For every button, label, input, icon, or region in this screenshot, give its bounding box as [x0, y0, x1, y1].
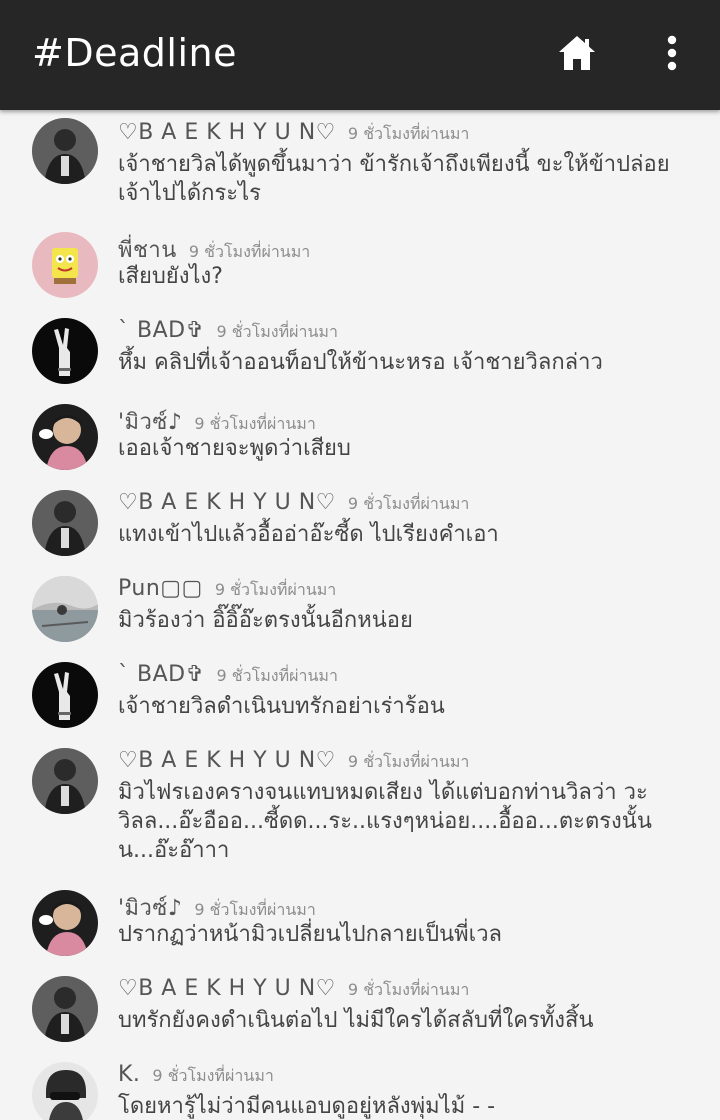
user-avatar[interactable] [32, 576, 98, 642]
comment-username[interactable]: พี่ชาน [118, 238, 177, 263]
comment-text: เจ้าชายวิลได้พูดขึ้นมาว่า ข้ารักเจ้าถึงเ… [118, 152, 670, 206]
comment-timestamp: 9 ชั่วโมงที่ผ่านมา [347, 752, 470, 771]
comment-item[interactable]: ♡B A E K H Y U N♡ 9 ชั่วโมงที่ผ่านมา เจ้า… [0, 110, 720, 222]
comment-username[interactable]: K. [118, 1062, 140, 1087]
comment-username[interactable]: Pun▢▢ [118, 576, 203, 601]
user-avatar[interactable] [32, 662, 98, 728]
more-vert-icon [667, 35, 677, 71]
comment-item[interactable]: ` BAD✞ 9 ชั่วโมงที่ผ่านมา เจ้าชายวิลดำเนิ… [0, 652, 720, 738]
comment-item[interactable]: ♡B A E K H Y U N♡ 9 ชั่วโมงที่ผ่านมา บทรั… [0, 966, 720, 1052]
comment-item[interactable]: 'มิวซ์♪ 9 ชั่วโมงที่ผ่านมา ปรากฏว่าหน้ามิ… [0, 880, 720, 966]
comment-feed[interactable]: ♡B A E K H Y U N♡ 9 ชั่วโมงที่ผ่านมา เจ้า… [0, 110, 720, 1120]
app-bar: #Deadline [0, 0, 720, 110]
comment-username[interactable]: ` BAD✞ [118, 318, 205, 343]
comment-username[interactable]: ♡B A E K H Y U N♡ [118, 120, 336, 145]
user-avatar[interactable] [32, 748, 98, 814]
comment-timestamp: 9 ชั่วโมงที่ผ่านมา [347, 494, 470, 513]
user-avatar[interactable] [32, 890, 98, 956]
comment-text: มิวร้องว่า อิ๊อิ๊อ๊ะตรงนั้นอีกหน่อย [118, 608, 413, 633]
user-avatar[interactable] [32, 976, 98, 1042]
comment-item[interactable]: ` BAD✞ 9 ชั่วโมงที่ผ่านมา หึ้ม คลิปที่เจ้… [0, 308, 720, 394]
comment-timestamp: 9 ชั่วโมงที่ผ่านมา [216, 666, 338, 685]
user-avatar[interactable] [32, 490, 98, 556]
comment-timestamp: 9 ชั่วโมงที่ผ่านมา [216, 322, 338, 341]
comment-timestamp: 9 ชั่วโมงที่ผ่านมา [347, 980, 470, 999]
comment-username[interactable]: ` BAD✞ [118, 662, 205, 687]
comment-username[interactable]: ♡B A E K H Y U N♡ [118, 976, 336, 1001]
user-avatar[interactable] [32, 118, 98, 184]
comment-item[interactable]: 'มิวซ์♪ 9 ชั่วโมงที่ผ่านมา เออเจ้าชายจะพู… [0, 394, 720, 480]
app-title: #Deadline [32, 31, 237, 75]
comment-item[interactable]: ♡B A E K H Y U N♡ 9 ชั่วโมงที่ผ่านมา แทงเ… [0, 480, 720, 566]
user-avatar[interactable] [32, 404, 98, 470]
comment-item[interactable]: ♡B A E K H Y U N♡ 9 ชั่วโมงที่ผ่านมา มิวไ… [0, 738, 720, 880]
comment-item[interactable]: K. 9 ชั่วโมงที่ผ่านมา โดยหารู้ไม่ว่ามีคนแ… [0, 1052, 720, 1120]
comment-timestamp: 9 ชั่วโมงที่ผ่านมา [214, 580, 337, 599]
comment-timestamp: 9 ชั่วโมงที่ผ่านมา [347, 124, 470, 143]
user-avatar[interactable] [32, 1062, 98, 1120]
comment-timestamp: 9 ชั่วโมงที่ผ่านมา [194, 414, 316, 433]
user-avatar[interactable] [32, 232, 98, 298]
comment-timestamp: 9 ชั่วโมงที่ผ่านมา [152, 1066, 274, 1085]
user-avatar[interactable] [32, 318, 98, 384]
comment-text: เจ้าชายวิลดำเนินบทรักอย่าเร่าร้อน [118, 694, 445, 719]
comment-username[interactable]: ♡B A E K H Y U N♡ [118, 748, 336, 773]
comment-text: มิวไฟรเองครางจนแทบหมดเสียง ได้แต่บอกท่าน… [118, 780, 652, 863]
comment-timestamp: 9 ชั่วโมงที่ผ่านมา [188, 242, 311, 261]
comment-timestamp: 9 ชั่วโมงที่ผ่านมา [194, 900, 316, 919]
home-button[interactable] [551, 30, 603, 78]
comment-username[interactable]: 'มิวซ์♪ [118, 410, 182, 435]
comment-item[interactable]: พี่ชาน 9 ชั่วโมงที่ผ่านมา เสียบยังไง? [0, 222, 720, 308]
comment-text: เสียบยังไง? [118, 264, 223, 289]
comment-text: ปรากฏว่าหน้ามิวเปลี่ยนไปกลายเป็นพี่เวล [118, 922, 503, 947]
comment-text: เออเจ้าชายจะพูดว่าเสียบ [118, 436, 351, 461]
comment-text: แทงเข้าไปแล้วอื้ออ่าอ๊ะซี้ด ไปเรียงคำเอา [118, 522, 499, 547]
comment-text: บทรักยังคงดำเนินต่อไป ไม่มีใครได้สลับที่… [118, 1008, 594, 1033]
comment-username[interactable]: ♡B A E K H Y U N♡ [118, 490, 336, 515]
comment-text: หึ้ม คลิปที่เจ้าออนท็อปให้ข้านะหรอ เจ้าช… [118, 350, 603, 375]
home-icon [559, 36, 595, 70]
comment-text: โดยหารู้ไม่ว่ามีคนแอบดูอยู่หลังพุ่มไม้ -… [118, 1094, 496, 1119]
comment-username[interactable]: 'มิวซ์♪ [118, 896, 182, 921]
more-options-button[interactable] [652, 30, 692, 78]
comment-item[interactable]: Pun▢▢ 9 ชั่วโมงที่ผ่านมา มิวร้องว่า อิ๊อิ… [0, 566, 720, 652]
